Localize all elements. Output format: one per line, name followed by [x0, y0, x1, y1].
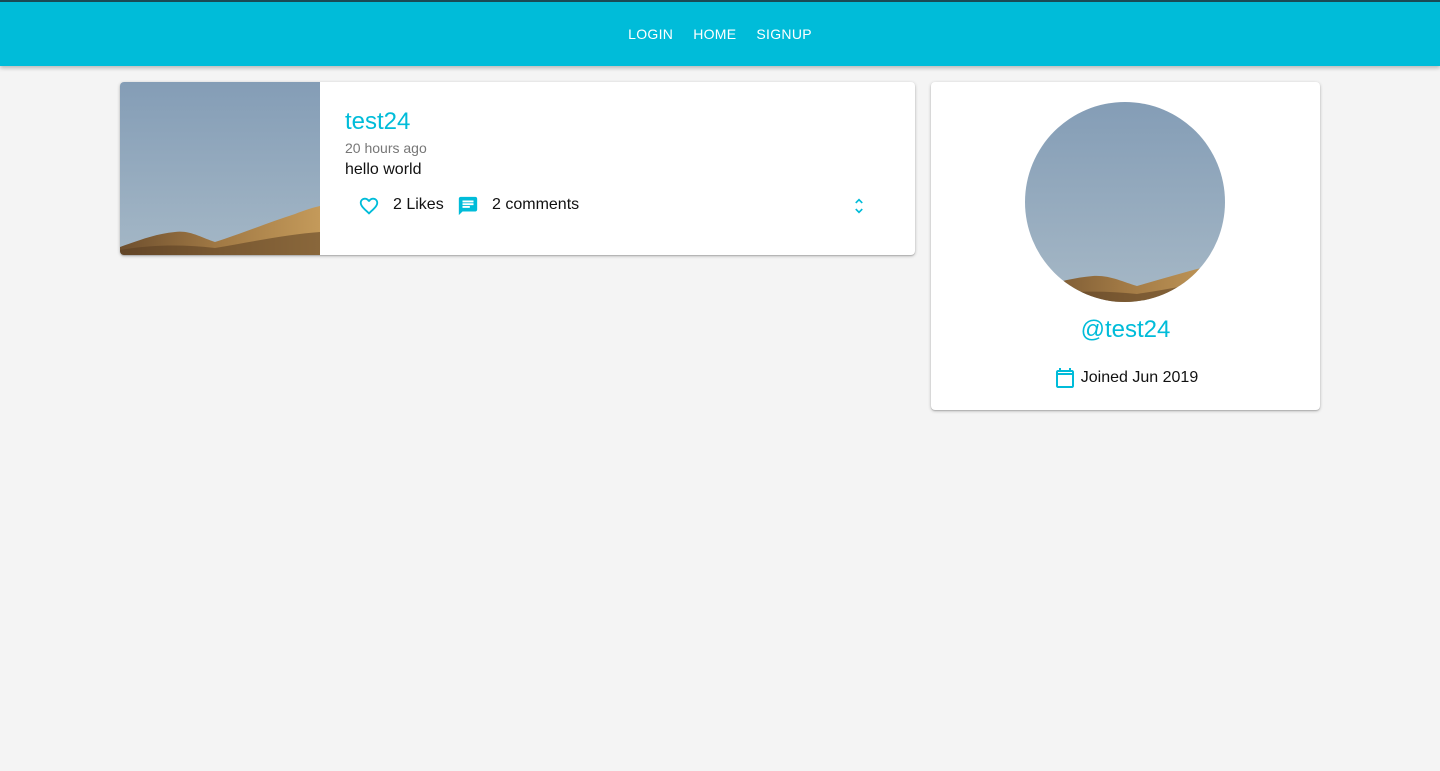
post-username-link[interactable]: test24 — [345, 108, 410, 136]
calendar-icon — [1053, 366, 1077, 390]
joined-date: Joined Jun 2019 — [931, 366, 1320, 390]
unfold-more-icon — [855, 198, 863, 214]
comment-icon — [458, 196, 478, 216]
profile-handle-link[interactable]: @test24 — [931, 316, 1320, 344]
profile-avatar[interactable] — [1025, 102, 1225, 302]
post-body-text: hello world — [345, 161, 422, 178]
expand-post-button[interactable] — [845, 192, 873, 220]
nav-login-button[interactable]: LOGIN — [628, 20, 673, 48]
post-actions: 2 Likes 2 comments — [345, 192, 890, 220]
like-button[interactable] — [355, 192, 383, 220]
joined-date-label: Joined Jun 2019 — [1080, 369, 1199, 386]
post-user-image[interactable] — [120, 82, 320, 255]
nav-signup-button[interactable]: SIGNUP — [756, 20, 811, 48]
app-bar: LOGIN HOME SIGNUP — [0, 0, 1440, 66]
post-card: test24 20 hours ago hello world 2 Likes … — [120, 82, 915, 255]
likes-count: 2 Likes — [393, 196, 444, 213]
comments-count: 2 comments — [492, 196, 580, 213]
post-timestamp: 20 hours ago — [345, 140, 427, 156]
profile-card: @test24 Joined Jun 2019 — [931, 82, 1320, 410]
post-content: test24 20 hours ago hello world 2 Likes … — [345, 82, 915, 255]
avatar-image — [1025, 102, 1225, 302]
comment-button[interactable] — [454, 192, 482, 220]
heart-outline-icon — [359, 197, 379, 215]
nav-home-button[interactable]: HOME — [693, 20, 736, 48]
